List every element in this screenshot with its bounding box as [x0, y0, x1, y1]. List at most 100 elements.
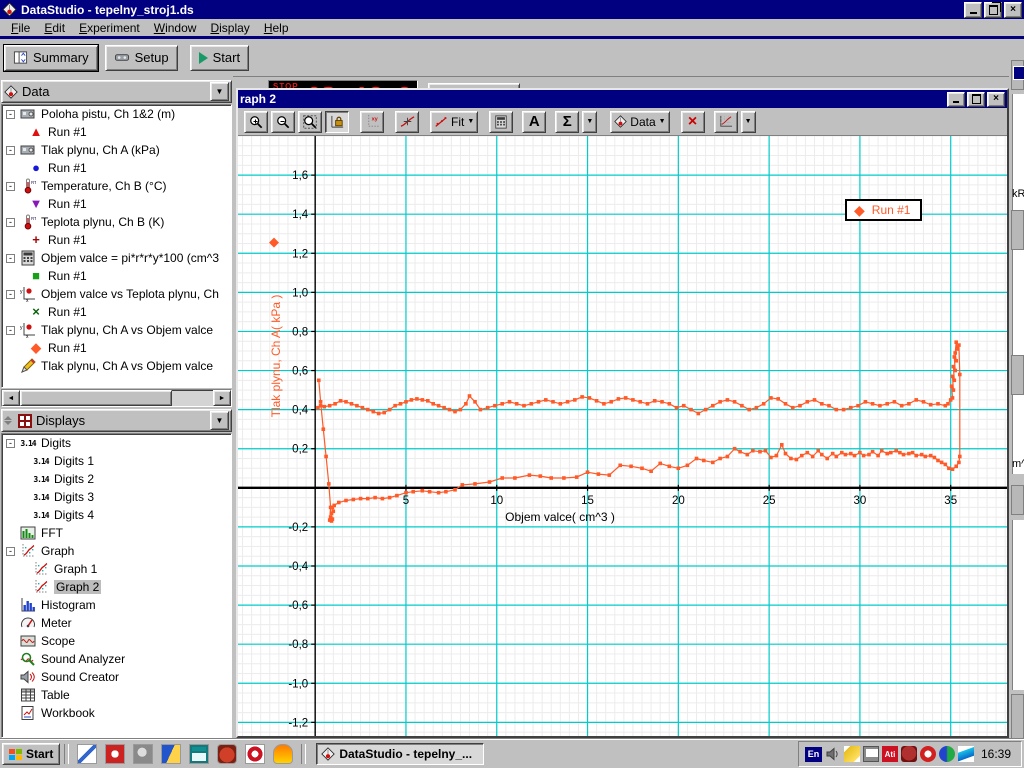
tray-icon-ati[interactable]: Ati [882, 746, 898, 762]
scale-to-fit-button[interactable] [325, 111, 349, 133]
tree-expander[interactable]: - [6, 146, 15, 155]
display-item[interactable]: 3.14 Digits 4 [2, 506, 231, 524]
graph-minimize-button[interactable] [947, 92, 965, 107]
display-item[interactable]: 3.14 Digits 1 [2, 452, 231, 470]
zoom-out-button[interactable] [271, 111, 295, 133]
tray-icon-sync[interactable] [920, 746, 936, 762]
display-item[interactable]: Table [2, 686, 231, 704]
data-item[interactable]: - Teplota plynu, Ch B (K) [2, 213, 231, 231]
data-run-item[interactable]: ▼ Run #1 [2, 195, 231, 213]
data-item[interactable]: - Poloha pistu, Ch 1&2 (m) [2, 105, 231, 123]
close-button[interactable]: × [1004, 2, 1022, 18]
quicklaunch-icon-8[interactable] [273, 744, 293, 764]
smart-tool-button[interactable] [395, 111, 419, 133]
tree-expander[interactable]: - [6, 218, 15, 227]
menu-help[interactable]: Help [257, 20, 296, 36]
scroll-left-button[interactable]: ◄ [2, 390, 20, 406]
data-item[interactable]: - Temperature, Ch B (°C) [2, 177, 231, 195]
menu-edit[interactable]: Edit [37, 20, 72, 36]
data-run-item[interactable]: ◆ Run #1 [2, 339, 231, 357]
start-button[interactable]: Start [190, 45, 249, 71]
tray-icon-display[interactable] [863, 746, 879, 762]
graph-titlebar[interactable]: raph 2 × [238, 90, 1007, 108]
data-tree-hscrollbar[interactable]: ◄ ► [1, 389, 232, 407]
graph-settings-dropdown[interactable]: ▼ [741, 111, 756, 133]
calculate-tool-button[interactable] [489, 111, 513, 133]
tree-expander[interactable]: - [6, 547, 15, 556]
start-menu-button[interactable]: Start [2, 743, 60, 765]
text-tool-button[interactable]: A [522, 111, 546, 133]
tree-expander[interactable]: - [6, 182, 15, 191]
display-item[interactable]: Graph 1 [2, 560, 231, 578]
tree-expander[interactable]: - [6, 254, 15, 263]
data-item[interactable]: Tlak plynu, Ch A vs Objem valce [2, 357, 231, 375]
display-item-selected[interactable]: Graph 2 [2, 578, 231, 596]
tray-icon-network[interactable] [939, 746, 955, 762]
quicklaunch-icon-5[interactable] [189, 744, 209, 764]
display-item[interactable]: Meter [2, 614, 231, 632]
tree-expander[interactable]: - [6, 326, 15, 335]
datastudio-task-button[interactable]: DataStudio - tepelny_... [316, 743, 484, 765]
data-run-item[interactable]: ▲ Run #1 [2, 123, 231, 141]
statistics-dropdown[interactable]: ▼ [582, 111, 597, 133]
data-run-item[interactable]: + Run #1 [2, 231, 231, 249]
quicklaunch-icon-3[interactable] [133, 744, 153, 764]
display-item[interactable]: Workbook [2, 704, 231, 722]
delete-button[interactable]: × [681, 111, 705, 133]
summary-button[interactable]: Summary [4, 45, 98, 71]
tree-expander[interactable]: - [6, 110, 15, 119]
displays-dropdown-button[interactable]: ▼ [210, 411, 229, 430]
fit-menu-button[interactable]: Fit ▼ [430, 111, 478, 133]
tree-expander[interactable]: - [6, 439, 15, 448]
data-item[interactable]: - Objem valce = pi*r*r*y*100 (cm^3 [2, 249, 231, 267]
chart-canvas[interactable]: 1,61,41,21,00,80,60,40,2-0,2-0,4-0,6-0,8… [238, 136, 1007, 736]
data-dropdown-button[interactable]: ▼ [210, 82, 229, 101]
data-item[interactable]: - Tlak plynu, Ch A vs Objem valce [2, 321, 231, 339]
tray-icon-creature[interactable] [901, 746, 917, 762]
scroll-thumb[interactable] [20, 390, 172, 406]
display-item[interactable]: Scope [2, 632, 231, 650]
data-menu-button[interactable]: Data ▼ [610, 111, 669, 133]
tree-expander[interactable]: - [6, 290, 15, 299]
statistics-button[interactable]: Σ [555, 111, 579, 133]
tray-icon-pencil[interactable] [844, 746, 860, 762]
align-origin-button[interactable] [360, 111, 384, 133]
menu-file[interactable]: File [4, 20, 37, 36]
data-item[interactable]: - Objem valce vs Teplota plynu, Ch [2, 285, 231, 303]
tray-icon-z[interactable] [958, 746, 974, 762]
zoom-select-button[interactable] [298, 111, 322, 133]
data-run-item[interactable]: × Run #1 [2, 303, 231, 321]
restore-button[interactable] [984, 2, 1002, 18]
displays-panel-header[interactable]: Displays ▼ [1, 409, 232, 432]
graph-maximize-button[interactable] [967, 92, 985, 107]
setup-button[interactable]: Setup [105, 45, 178, 71]
plot-area[interactable]: 1,61,41,21,00,80,60,40,2-0,2-0,4-0,6-0,8… [238, 136, 1007, 736]
display-item[interactable]: - 3.14 Digits [2, 434, 231, 452]
data-item[interactable]: - Tlak plynu, Ch A (kPa) [2, 141, 231, 159]
scroll-right-button[interactable]: ► [213, 390, 231, 406]
splitter-icon[interactable] [4, 416, 12, 425]
display-item[interactable]: 3.14 Digits 2 [2, 470, 231, 488]
graph-close-button[interactable]: × [987, 92, 1005, 107]
data-panel-header[interactable]: Data ▼ [1, 80, 232, 103]
quicklaunch-icon-1[interactable] [77, 744, 97, 764]
display-item[interactable]: - Graph [2, 542, 231, 560]
keyboard-layout-indicator[interactable]: En [805, 747, 822, 762]
quicklaunch-icon-6[interactable] [217, 744, 237, 764]
graph-settings-button[interactable] [714, 111, 738, 133]
display-item[interactable]: FFT [2, 524, 231, 542]
data-run-item[interactable]: ● Run #1 [2, 159, 231, 177]
legend[interactable]: ◆ Run #1 [845, 199, 922, 221]
quicklaunch-icon-4[interactable] [161, 744, 181, 764]
display-item[interactable]: Sound Analyzer [2, 650, 231, 668]
menu-experiment[interactable]: Experiment [72, 20, 147, 36]
minimize-button[interactable] [964, 2, 982, 18]
zoom-in-button[interactable] [244, 111, 268, 133]
data-run-item[interactable]: ■ Run #1 [2, 267, 231, 285]
menu-window[interactable]: Window [147, 20, 204, 36]
display-item[interactable]: Sound Creator [2, 668, 231, 686]
display-item[interactable]: Histogram [2, 596, 231, 614]
display-item[interactable]: 3.14 Digits 3 [2, 488, 231, 506]
menu-display[interactable]: Display [203, 20, 256, 36]
quicklaunch-icon-2[interactable] [105, 744, 125, 764]
